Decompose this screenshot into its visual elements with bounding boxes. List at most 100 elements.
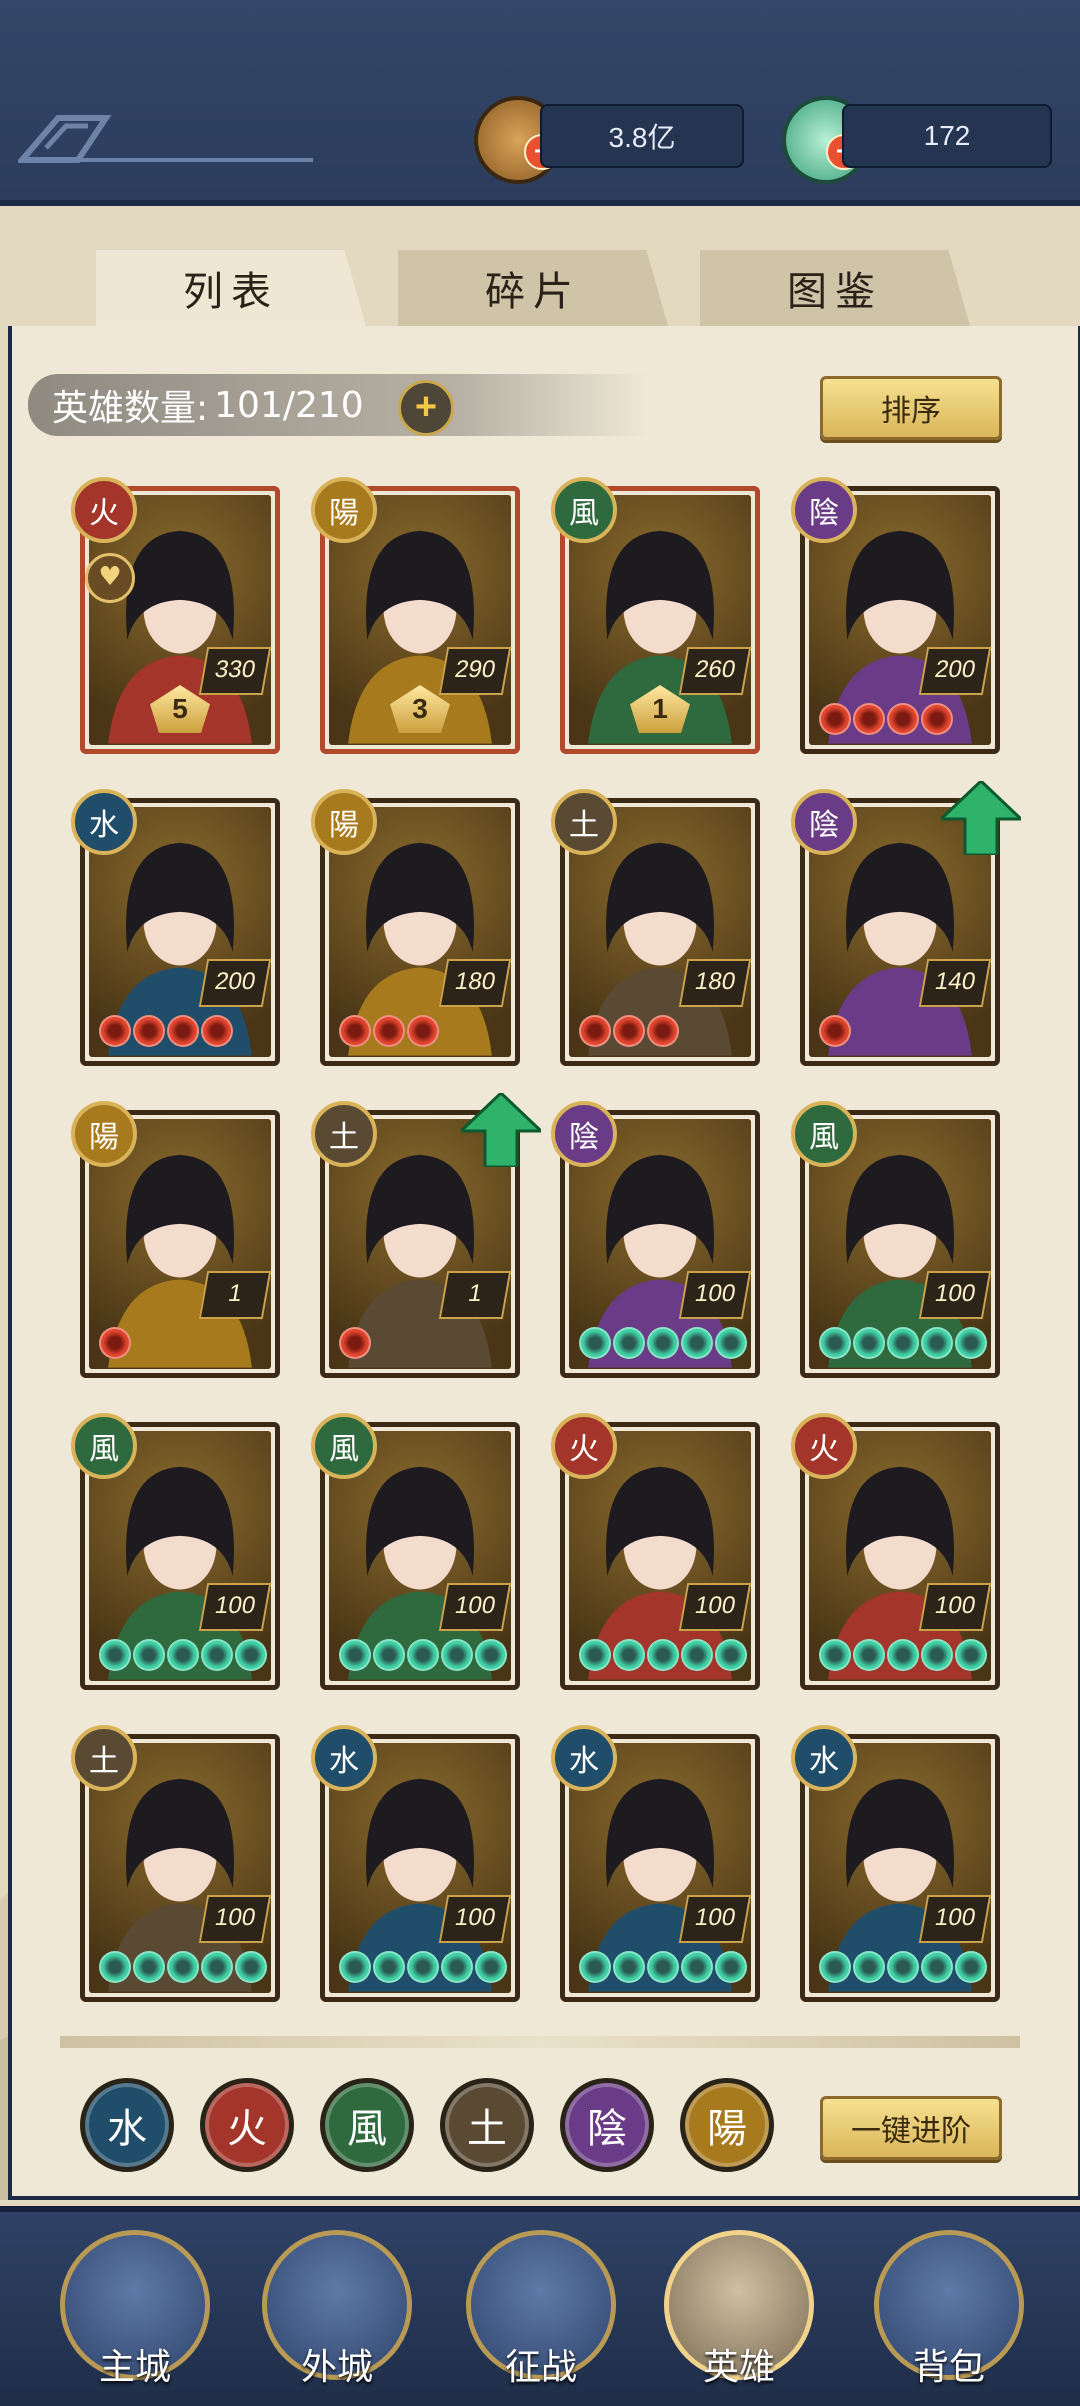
upgrade-arrow-icon bbox=[461, 1093, 541, 1167]
hero-card[interactable]: 330 5 火 ♥ bbox=[71, 477, 280, 754]
hero-count-label: 英雄数量: bbox=[52, 388, 209, 429]
star-icon bbox=[887, 1951, 919, 1983]
yang-glyph: 陽 bbox=[707, 2106, 747, 2152]
hero-card[interactable]: 100 陰 bbox=[551, 1101, 760, 1378]
hero-count-bar: 英雄数量: 101/210 bbox=[28, 374, 648, 436]
star-icon bbox=[819, 1327, 851, 1359]
star-icon bbox=[373, 1015, 405, 1047]
filter-yang-button[interactable]: 陽 bbox=[680, 2078, 774, 2172]
menu-logo-icon[interactable] bbox=[18, 108, 318, 168]
hero-card[interactable]: 100 風 bbox=[311, 1413, 520, 1690]
star-icon bbox=[475, 1639, 507, 1671]
star-row bbox=[579, 1639, 747, 1675]
hero-card[interactable]: 260 1 風 bbox=[551, 477, 760, 754]
star-icon bbox=[99, 1951, 131, 1983]
tab-list[interactable]: 列表 bbox=[96, 250, 366, 326]
hero-card[interactable]: 100 水 bbox=[311, 1725, 520, 2002]
star-icon bbox=[99, 1639, 131, 1671]
element-badge-icon: 土 bbox=[311, 1101, 377, 1167]
favorite-heart-icon: ♥ bbox=[85, 553, 135, 603]
star-icon bbox=[441, 1639, 473, 1671]
star-row bbox=[339, 1951, 507, 1987]
filter-wind-button[interactable]: 風 bbox=[320, 2078, 414, 2172]
star-icon bbox=[921, 1639, 953, 1671]
hero-card[interactable]: 100 火 bbox=[551, 1413, 760, 1690]
earth-glyph: 土 bbox=[467, 2106, 507, 2152]
star-icon bbox=[167, 1015, 199, 1047]
star-icon bbox=[819, 1639, 851, 1671]
star-icon bbox=[201, 1951, 233, 1983]
element-badge-icon: 火 bbox=[791, 1413, 857, 1479]
star-icon bbox=[921, 703, 953, 735]
star-row bbox=[819, 1015, 851, 1051]
hero-card[interactable]: 100 水 bbox=[791, 1725, 1000, 2002]
hero-card[interactable]: 100 風 bbox=[791, 1101, 1000, 1378]
element-badge-icon: 風 bbox=[551, 477, 617, 543]
element-badge-icon: 水 bbox=[71, 789, 137, 855]
one-click-advance-button[interactable]: 一键进阶 bbox=[820, 2096, 1002, 2160]
hero-card[interactable]: 290 3 陽 bbox=[311, 477, 520, 754]
star-row bbox=[819, 703, 953, 739]
star-row bbox=[819, 1327, 987, 1363]
star-icon bbox=[133, 1951, 165, 1983]
hero-count-number: 1 bbox=[198, 1271, 271, 1319]
star-icon bbox=[235, 1951, 267, 1983]
star-icon bbox=[819, 1015, 851, 1047]
element-badge-icon: 水 bbox=[551, 1725, 617, 1791]
nav-label: 英雄 bbox=[702, 2347, 775, 2388]
tab-codex[interactable]: 图鉴 bbox=[700, 250, 970, 326]
star-icon bbox=[99, 1327, 131, 1359]
filter-earth-button[interactable]: 土 bbox=[440, 2078, 534, 2172]
star-icon bbox=[201, 1639, 233, 1671]
hero-card[interactable]: 1陽 bbox=[71, 1101, 280, 1378]
element-badge-icon: 土 bbox=[551, 789, 617, 855]
hero-card[interactable]: 100 風 bbox=[71, 1413, 280, 1690]
star-icon bbox=[579, 1951, 611, 1983]
water-glyph: 水 bbox=[107, 2106, 147, 2152]
hero-card[interactable]: 180 土 bbox=[551, 789, 760, 1066]
hero-card[interactable]: 140 陰 bbox=[791, 781, 1021, 1066]
star-icon bbox=[133, 1015, 165, 1047]
wind-glyph: 風 bbox=[347, 2106, 387, 2152]
star-icon bbox=[921, 1951, 953, 1983]
sort-button[interactable]: 排序 bbox=[820, 376, 1002, 440]
hero-card[interactable]: 200 水 bbox=[71, 789, 280, 1066]
star-icon bbox=[339, 1639, 371, 1671]
hero-card[interactable]: 200 陰 bbox=[791, 477, 1000, 754]
star-icon bbox=[853, 1327, 885, 1359]
star-row bbox=[819, 1639, 987, 1675]
star-icon bbox=[887, 1639, 919, 1671]
gem-amount: 172 bbox=[842, 104, 1052, 168]
star-icon bbox=[647, 1327, 679, 1359]
hero-card[interactable]: 100 土 bbox=[71, 1725, 280, 2002]
filter-water-button[interactable]: 水 bbox=[80, 2078, 174, 2172]
star-icon bbox=[475, 1951, 507, 1983]
hero-card[interactable]: 180 陽 bbox=[311, 789, 520, 1066]
star-icon bbox=[955, 1327, 987, 1359]
star-row bbox=[339, 1015, 439, 1051]
hero-card[interactable]: 1土 bbox=[311, 1093, 541, 1378]
star-icon bbox=[373, 1639, 405, 1671]
element-badge-icon: 陰 bbox=[551, 1101, 617, 1167]
star-row bbox=[99, 1951, 267, 1987]
star-icon bbox=[613, 1327, 645, 1359]
hero-card[interactable]: 100 水 bbox=[551, 1725, 760, 2002]
expand-capacity-button[interactable]: + bbox=[398, 380, 454, 436]
fire-glyph: 火 bbox=[227, 2106, 267, 2152]
nav-label: 背包 bbox=[912, 2347, 985, 2388]
hero-card[interactable]: 100 火 bbox=[791, 1413, 1000, 1690]
star-icon bbox=[955, 1639, 987, 1671]
star-icon bbox=[579, 1015, 611, 1047]
hero-count-number: 180 bbox=[438, 959, 511, 1007]
filter-fire-button[interactable]: 火 bbox=[200, 2078, 294, 2172]
yin-glyph: 陰 bbox=[587, 2106, 627, 2152]
star-icon bbox=[339, 1015, 371, 1047]
hero-count-number: 100 bbox=[918, 1271, 991, 1319]
star-icon bbox=[613, 1015, 645, 1047]
star-row bbox=[339, 1639, 507, 1675]
filter-yin-button[interactable]: 陰 bbox=[560, 2078, 654, 2172]
element-badge-icon: 陽 bbox=[311, 477, 377, 543]
element-badge-icon: 風 bbox=[311, 1413, 377, 1479]
hero-count-number: 260 bbox=[678, 647, 751, 695]
tab-fragments[interactable]: 碎片 bbox=[398, 250, 668, 326]
